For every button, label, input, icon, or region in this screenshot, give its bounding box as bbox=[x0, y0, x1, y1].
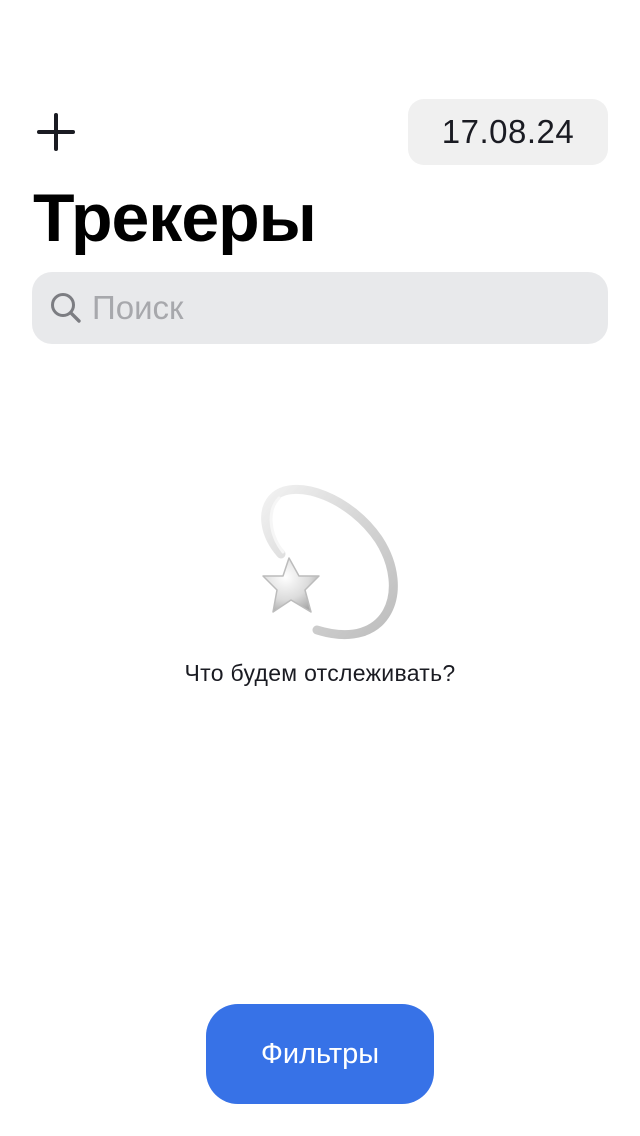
plus-icon bbox=[37, 113, 75, 151]
empty-state: Что будем отслеживать? bbox=[0, 480, 640, 687]
search-field[interactable] bbox=[32, 272, 608, 344]
date-picker[interactable]: 17.08.24 bbox=[408, 99, 608, 165]
empty-state-message: Что будем отслеживать? bbox=[184, 660, 456, 686]
date-label: 17.08.24 bbox=[441, 113, 575, 150]
search-input[interactable] bbox=[92, 278, 592, 338]
add-tracker-button[interactable] bbox=[28, 104, 84, 160]
magnifier-icon bbox=[46, 288, 86, 328]
filters-button[interactable]: Фильтры bbox=[206, 1004, 434, 1104]
dizzy-star-icon bbox=[261, 484, 398, 640]
filters-button-label: Фильтры bbox=[260, 1037, 380, 1070]
page-title: Трекеры bbox=[33, 180, 317, 256]
